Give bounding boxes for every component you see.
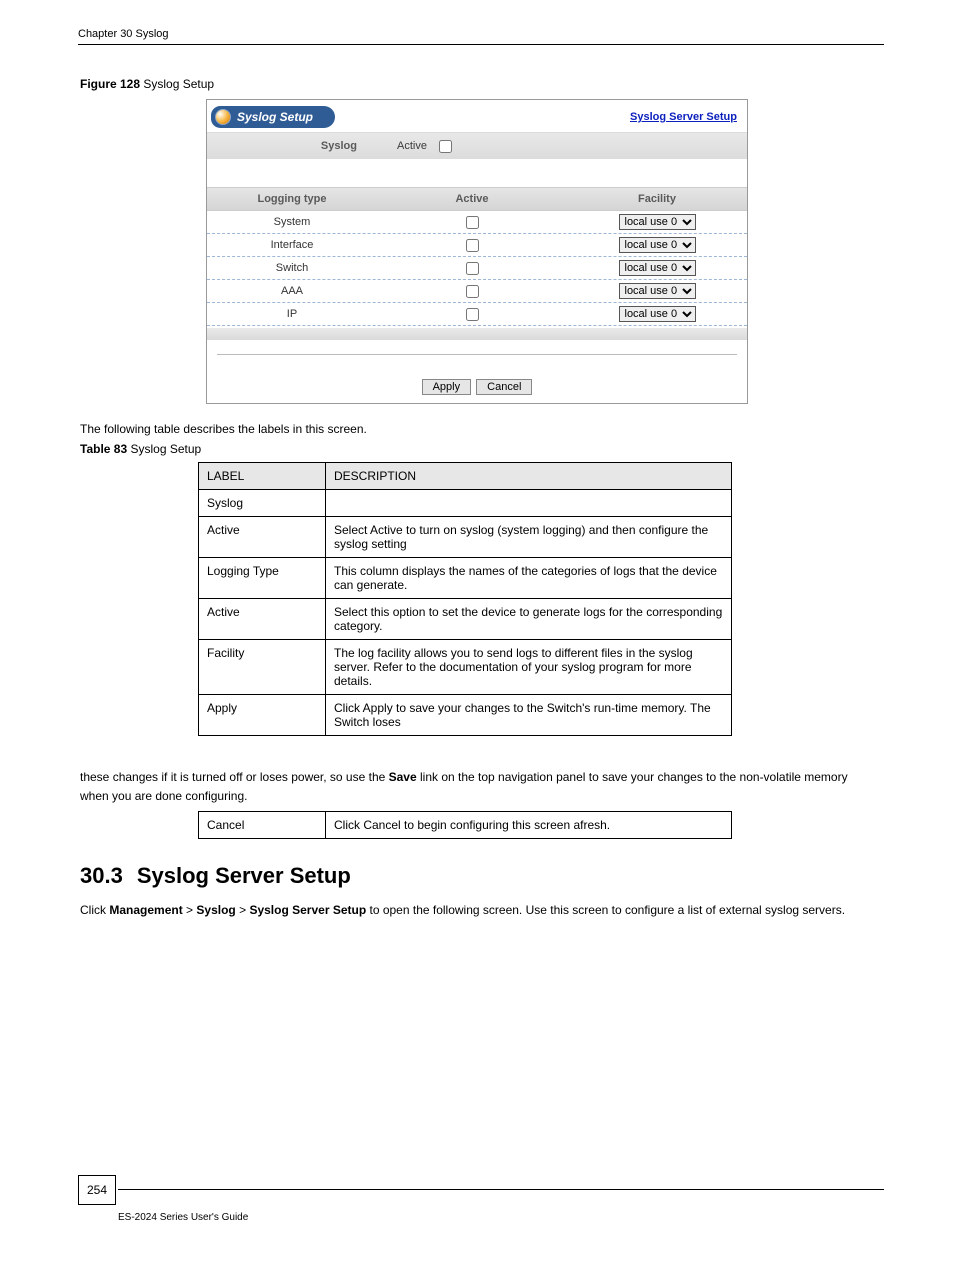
cancel-button[interactable]: Cancel — [476, 379, 532, 395]
table-intro: The following table describes the labels… — [80, 422, 954, 436]
row-type: AAA — [207, 285, 377, 297]
table-row: Interface local use 0 — [207, 234, 747, 257]
col-head-type: Logging type — [207, 193, 377, 205]
row-type: IP — [207, 308, 377, 320]
logging-table-header: Logging type Active Facility — [207, 187, 747, 211]
row-active-checkbox[interactable] — [466, 308, 479, 321]
row-active-checkbox[interactable] — [466, 285, 479, 298]
facility-select[interactable]: local use 0 — [619, 283, 696, 299]
section-intro: Click Management > Syslog > Syslog Serve… — [80, 901, 874, 919]
table-row: AAA local use 0 — [207, 280, 747, 303]
panel-title: Syslog Setup — [237, 110, 313, 124]
row-type: Switch — [207, 262, 377, 274]
table-row: IP local use 0 — [207, 303, 747, 326]
after-note: these changes if it is turned off or los… — [80, 768, 874, 805]
syslog-label: Syslog — [207, 140, 397, 152]
col-head-active: Active — [377, 193, 567, 205]
dt-head-desc: DESCRIPTION — [326, 463, 732, 490]
guide-name: ES-2024 Series User's Guide — [118, 1212, 884, 1223]
row-active-checkbox[interactable] — [466, 262, 479, 275]
col-head-facility: Facility — [567, 193, 747, 205]
active-label: Active — [397, 140, 427, 152]
syslog-active-row: Syslog Active — [207, 132, 747, 159]
page-footer: 254 ES-2024 Series User's Guide — [78, 1189, 884, 1223]
section-heading: 30.3 Syslog Server Setup — [80, 863, 954, 889]
row-active-checkbox[interactable] — [466, 216, 479, 229]
page-number: 254 — [78, 1175, 116, 1205]
syslog-server-setup-link[interactable]: Syslog Server Setup — [630, 111, 737, 123]
dt-head-label: LABEL — [199, 463, 326, 490]
description-table-cancel: CancelClick Cancel to begin configuring … — [198, 811, 732, 839]
row-active-checkbox[interactable] — [466, 239, 479, 252]
row-type: System — [207, 216, 377, 228]
syslog-setup-panel: Syslog Setup Syslog Server Setup Syslog … — [206, 99, 748, 404]
row-type: Interface — [207, 239, 377, 251]
facility-select[interactable]: local use 0 — [619, 214, 696, 230]
title-dot-icon — [215, 109, 231, 125]
facility-select[interactable]: local use 0 — [619, 306, 696, 322]
description-table: LABEL DESCRIPTION Syslog ActiveSelect Ac… — [198, 462, 732, 736]
chapter-header: Chapter 30 Syslog — [78, 28, 169, 40]
table-row: System local use 0 — [207, 211, 747, 234]
table-row: Switch local use 0 — [207, 257, 747, 280]
table-caption: Table 83 Syslog Setup — [80, 442, 954, 456]
syslog-active-checkbox[interactable] — [439, 140, 452, 153]
figure-caption: Figure 128 Syslog Setup — [80, 77, 954, 91]
facility-select[interactable]: local use 0 — [619, 237, 696, 253]
facility-select[interactable]: local use 0 — [619, 260, 696, 276]
panel-title-pill: Syslog Setup — [211, 106, 335, 128]
apply-button[interactable]: Apply — [422, 379, 472, 395]
